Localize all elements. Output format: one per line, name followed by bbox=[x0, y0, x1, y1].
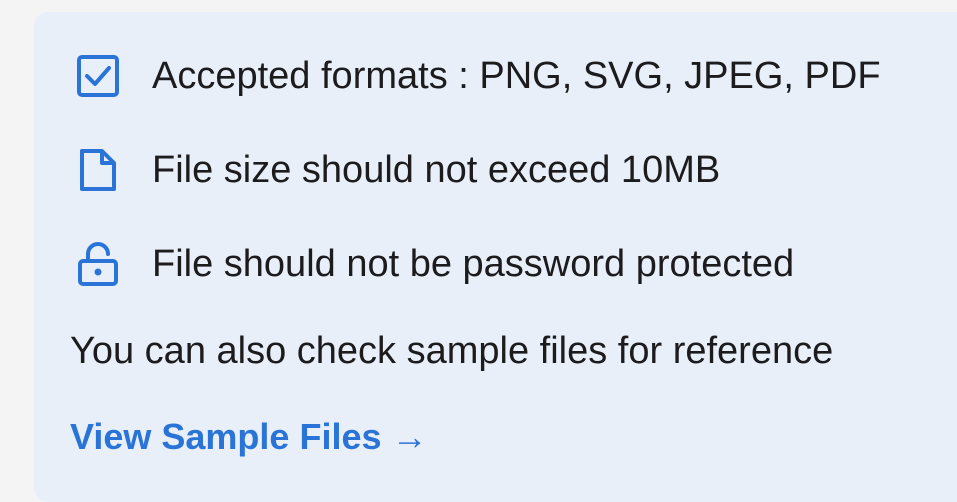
requirement-file-size: File size should not exceed 10MB bbox=[76, 146, 720, 194]
view-sample-files-link[interactable]: View Sample Files → bbox=[70, 416, 428, 458]
unlock-icon bbox=[76, 242, 120, 286]
requirement-no-password: File should not be password protected bbox=[76, 240, 794, 288]
sample-files-note: You can also check sample files for refe… bbox=[70, 330, 834, 372]
requirement-formats: Accepted formats : PNG, SVG, JPEG, PDF bbox=[76, 52, 881, 100]
file-icon bbox=[76, 148, 120, 192]
requirement-text: File size should not exceed 10MB bbox=[152, 148, 721, 191]
requirement-text: Accepted formats : PNG, SVG, JPEG, PDF bbox=[152, 54, 881, 97]
checkbox-icon bbox=[76, 54, 120, 98]
requirement-text: File should not be password protected bbox=[152, 242, 795, 285]
